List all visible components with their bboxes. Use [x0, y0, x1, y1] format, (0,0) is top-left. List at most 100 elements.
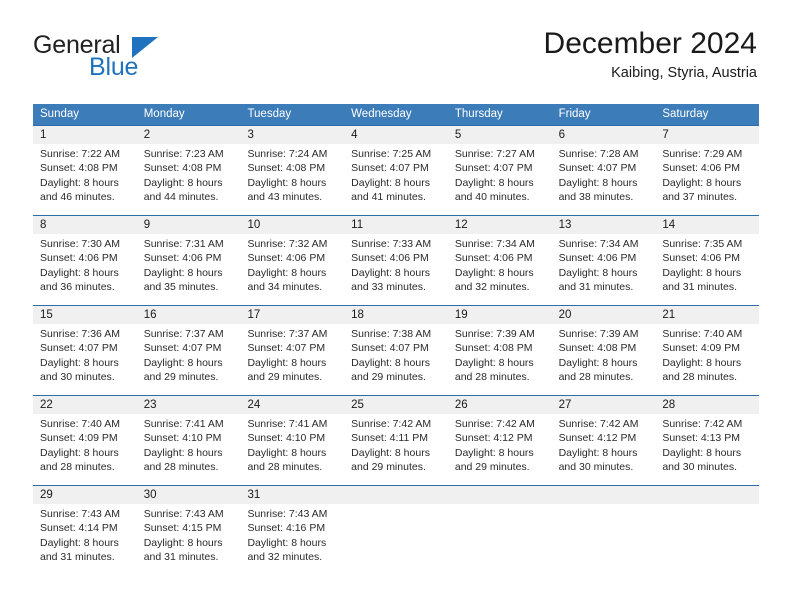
day-cell[interactable]: Sunrise: 7:23 AM Sunset: 4:08 PM Dayligh…: [137, 144, 241, 215]
day-number[interactable]: 31: [240, 486, 344, 504]
day-cell[interactable]: Sunrise: 7:42 AM Sunset: 4:13 PM Dayligh…: [655, 414, 759, 485]
day-number[interactable]: 30: [137, 486, 241, 504]
day-number[interactable]: 24: [240, 396, 344, 414]
day-number[interactable]: 7: [655, 126, 759, 144]
day-number[interactable]: 3: [240, 126, 344, 144]
day-cell[interactable]: Sunrise: 7:42 AM Sunset: 4:12 PM Dayligh…: [552, 414, 656, 485]
day-number[interactable]: 25: [344, 396, 448, 414]
day-number[interactable]: 4: [344, 126, 448, 144]
day-number[interactable]: 8: [33, 216, 137, 234]
day-number[interactable]: 14: [655, 216, 759, 234]
day-cell[interactable]: Sunrise: 7:43 AM Sunset: 4:14 PM Dayligh…: [33, 504, 137, 578]
day-cell-empty: [655, 504, 759, 578]
brand-name-blue: Blue: [89, 53, 139, 81]
day-cell[interactable]: Sunrise: 7:40 AM Sunset: 4:09 PM Dayligh…: [33, 414, 137, 485]
day-cell[interactable]: Sunrise: 7:33 AM Sunset: 4:06 PM Dayligh…: [344, 234, 448, 305]
sunrise-text: Sunrise: 7:42 AM: [454, 418, 535, 430]
daylight-text-line1: Daylight: 8 hours: [40, 356, 119, 369]
day-number[interactable]: 11: [344, 216, 448, 234]
day-number[interactable]: 6: [552, 126, 656, 144]
sunrise-text: Sunrise: 7:34 AM: [558, 238, 639, 250]
day-detail-band: Sunrise: 7:36 AM Sunset: 4:07 PM Dayligh…: [33, 324, 759, 395]
day-number[interactable]: 29: [33, 486, 137, 504]
day-number[interactable]: 23: [137, 396, 241, 414]
day-cell[interactable]: Sunrise: 7:35 AM Sunset: 4:06 PM Dayligh…: [655, 234, 759, 305]
title-block: December 2024 Kaibing, Styria, Austria: [544, 27, 757, 82]
sunset-text: Sunset: 4:07 PM: [558, 162, 637, 175]
sunset-text: Sunset: 4:08 PM: [454, 342, 533, 355]
day-number[interactable]: 5: [448, 126, 552, 144]
day-cell[interactable]: Sunrise: 7:32 AM Sunset: 4:06 PM Dayligh…: [240, 234, 344, 305]
sunset-text: Sunset: 4:12 PM: [558, 432, 637, 445]
day-number[interactable]: 2: [137, 126, 241, 144]
day-cell[interactable]: Sunrise: 7:34 AM Sunset: 4:06 PM Dayligh…: [448, 234, 552, 305]
day-number[interactable]: 28: [655, 396, 759, 414]
day-number[interactable]: 26: [448, 396, 552, 414]
daylight-text-line2: and 30 minutes.: [662, 461, 738, 474]
day-number[interactable]: 20: [552, 306, 656, 324]
daylight-text-line2: and 31 minutes.: [143, 551, 219, 564]
sunrise-text: Sunrise: 7:42 AM: [662, 418, 743, 430]
day-cell[interactable]: Sunrise: 7:42 AM Sunset: 4:12 PM Dayligh…: [448, 414, 552, 485]
daylight-text-line2: and 29 minutes.: [351, 461, 426, 474]
day-cell[interactable]: Sunrise: 7:22 AM Sunset: 4:08 PM Dayligh…: [33, 144, 137, 215]
day-cell[interactable]: Sunrise: 7:36 AM Sunset: 4:07 PM Dayligh…: [33, 324, 137, 395]
daylight-text-line1: Daylight: 8 hours: [454, 446, 534, 459]
day-cell[interactable]: Sunrise: 7:29 AM Sunset: 4:06 PM Dayligh…: [655, 144, 759, 215]
sunrise-text: Sunrise: 7:43 AM: [40, 508, 120, 520]
brand-logo[interactable]: General Blue: [33, 28, 233, 86]
sunrise-text: Sunrise: 7:39 AM: [454, 328, 535, 340]
daylight-text-line1: Daylight: 8 hours: [247, 356, 327, 369]
daylight-text-line1: Daylight: 8 hours: [454, 266, 534, 279]
day-cell[interactable]: Sunrise: 7:25 AM Sunset: 4:07 PM Dayligh…: [344, 144, 448, 215]
day-number[interactable]: 10: [240, 216, 344, 234]
day-number[interactable]: 27: [552, 396, 656, 414]
day-number[interactable]: 13: [552, 216, 656, 234]
day-cell[interactable]: Sunrise: 7:43 AM Sunset: 4:16 PM Dayligh…: [240, 504, 344, 578]
day-number[interactable]: 19: [448, 306, 552, 324]
daylight-text-line1: Daylight: 8 hours: [247, 266, 327, 279]
weekday-header-thursday: Thursday: [454, 108, 503, 120]
day-cell[interactable]: Sunrise: 7:42 AM Sunset: 4:11 PM Dayligh…: [344, 414, 448, 485]
day-cell[interactable]: Sunrise: 7:27 AM Sunset: 4:07 PM Dayligh…: [448, 144, 552, 215]
day-number[interactable]: 22: [33, 396, 137, 414]
day-cell[interactable]: Sunrise: 7:43 AM Sunset: 4:15 PM Dayligh…: [137, 504, 241, 578]
daylight-text-line2: and 30 minutes.: [40, 371, 115, 384]
daylight-text-line2: and 41 minutes.: [351, 191, 426, 204]
day-number[interactable]: 18: [344, 306, 448, 324]
day-number[interactable]: 1: [33, 126, 137, 144]
day-cell[interactable]: Sunrise: 7:37 AM Sunset: 4:07 PM Dayligh…: [137, 324, 241, 395]
daylight-text-line1: Daylight: 8 hours: [143, 176, 223, 189]
day-cell[interactable]: Sunrise: 7:40 AM Sunset: 4:09 PM Dayligh…: [655, 324, 759, 395]
day-cell[interactable]: Sunrise: 7:39 AM Sunset: 4:08 PM Dayligh…: [448, 324, 552, 395]
day-cell[interactable]: Sunrise: 7:30 AM Sunset: 4:06 PM Dayligh…: [33, 234, 137, 305]
day-cell[interactable]: Sunrise: 7:31 AM Sunset: 4:06 PM Dayligh…: [137, 234, 241, 305]
day-cell[interactable]: Sunrise: 7:34 AM Sunset: 4:06 PM Dayligh…: [552, 234, 656, 305]
day-cell[interactable]: Sunrise: 7:28 AM Sunset: 4:07 PM Dayligh…: [552, 144, 656, 215]
day-number[interactable]: 9: [137, 216, 241, 234]
sunrise-text: Sunrise: 7:32 AM: [247, 238, 328, 250]
day-number[interactable]: 12: [448, 216, 552, 234]
week-row: 15 16 17 18 19 20 21 Sunrise: 7:36 AM Su…: [33, 305, 759, 395]
day-number-band: 22 23 24 25 26 27 28: [33, 396, 759, 414]
day-cell[interactable]: Sunrise: 7:24 AM Sunset: 4:08 PM Dayligh…: [240, 144, 344, 215]
sunset-text: Sunset: 4:10 PM: [143, 432, 222, 445]
day-number[interactable]: 15: [33, 306, 137, 324]
day-cell-empty: [344, 504, 448, 578]
day-number[interactable]: 17: [240, 306, 344, 324]
day-cell[interactable]: Sunrise: 7:41 AM Sunset: 4:10 PM Dayligh…: [137, 414, 241, 485]
sunrise-text: Sunrise: 7:22 AM: [40, 148, 120, 160]
sunrise-text: Sunrise: 7:25 AM: [351, 148, 432, 160]
day-cell[interactable]: Sunrise: 7:41 AM Sunset: 4:10 PM Dayligh…: [240, 414, 344, 485]
day-cell[interactable]: Sunrise: 7:38 AM Sunset: 4:07 PM Dayligh…: [344, 324, 448, 395]
day-number[interactable]: 21: [655, 306, 759, 324]
daylight-text-line1: Daylight: 8 hours: [662, 356, 742, 369]
daylight-text-line2: and 34 minutes.: [247, 281, 323, 294]
sunset-text: Sunset: 4:09 PM: [40, 432, 118, 445]
sunset-text: Sunset: 4:08 PM: [40, 162, 118, 175]
day-cell[interactable]: Sunrise: 7:37 AM Sunset: 4:07 PM Dayligh…: [240, 324, 344, 395]
day-number[interactable]: 16: [137, 306, 241, 324]
sunset-text: Sunset: 4:06 PM: [558, 252, 637, 265]
sunset-text: Sunset: 4:16 PM: [247, 522, 326, 535]
day-cell[interactable]: Sunrise: 7:39 AM Sunset: 4:08 PM Dayligh…: [552, 324, 656, 395]
